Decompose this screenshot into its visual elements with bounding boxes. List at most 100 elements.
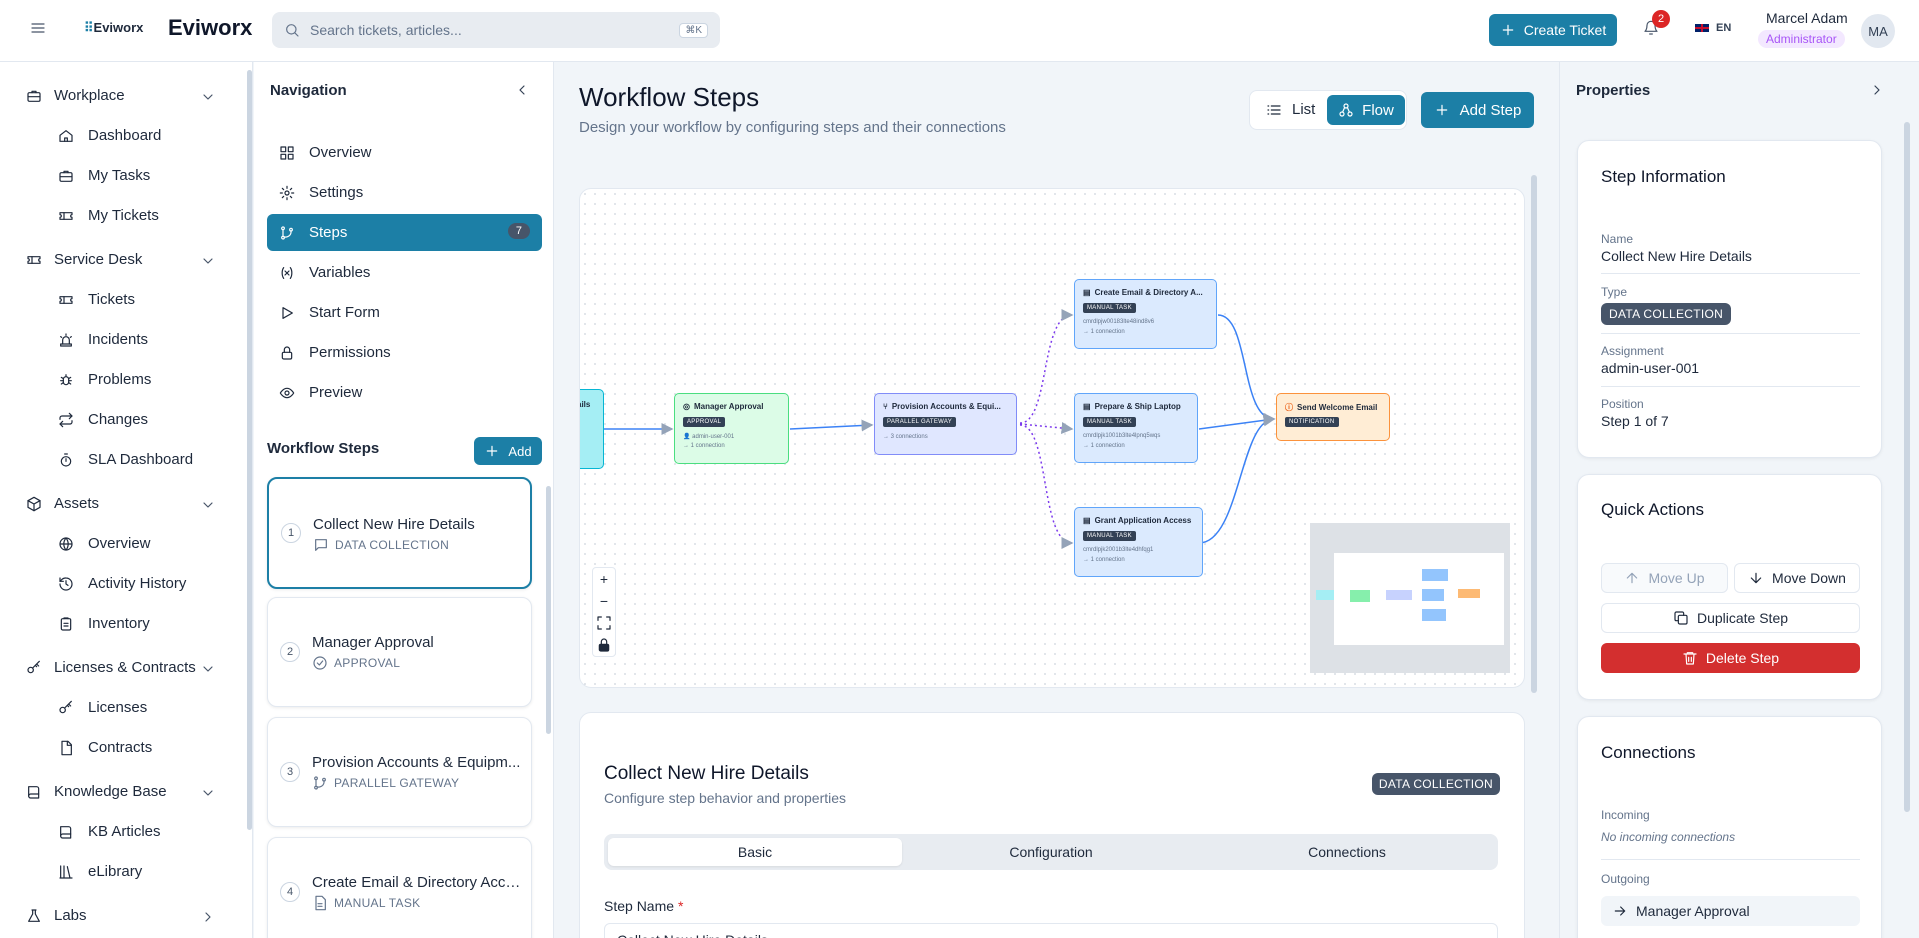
sidebar-item-elibrary[interactable]: eLibrary <box>58 863 142 880</box>
sidebar-item-problems[interactable]: Problems <box>58 371 151 388</box>
step-name-input[interactable]: Collect New Hire Details <box>604 923 1498 938</box>
flow-node-prepare-laptop[interactable]: ▤ Prepare & Ship Laptop MANUAL TASK cmrdl… <box>1074 393 1198 463</box>
move-down-button[interactable]: Move Down <box>1734 563 1860 593</box>
divider <box>1601 333 1860 334</box>
sidebar-section-knowledge-base[interactable]: Knowledge Base <box>26 783 167 800</box>
sidebar-item-tickets[interactable]: Tickets <box>58 291 135 308</box>
chevron-down-icon[interactable] <box>200 785 216 801</box>
item-label: Licenses <box>88 699 148 716</box>
nav-item-start-form[interactable]: Start Form <box>267 294 542 331</box>
avatar[interactable]: MA <box>1861 14 1895 48</box>
zoom-out-icon[interactable]: − <box>593 590 615 612</box>
flow-node-grant-access[interactable]: ▤ Grant Application Access MANUAL TASK cm… <box>1074 507 1203 577</box>
step-card-1[interactable]: 1 Collect New Hire Details DATA COLLECTI… <box>267 477 532 589</box>
lock-icon <box>281 345 293 360</box>
zoom-in-icon[interactable]: + <box>593 568 615 590</box>
divider <box>1601 859 1860 860</box>
properties-scrollbar[interactable] <box>1904 122 1910 812</box>
workflow-icon <box>1339 103 1353 117</box>
node-info: 👤 admin-user-001 <box>683 434 735 440</box>
file-icon <box>61 740 72 755</box>
flow-node-create-email[interactable]: ▤ Create Email & Directory A... MANUAL TA… <box>1074 279 1217 349</box>
delete-step-button[interactable]: Delete Step <box>1601 643 1860 673</box>
sidebar-section-licenses-contracts[interactable]: Licenses & Contracts <box>26 659 196 676</box>
item-label: Inventory <box>88 615 150 632</box>
nav-item-steps[interactable]: Steps 7 <box>267 214 542 251</box>
sidebar-item-licenses[interactable]: Licenses <box>58 699 147 716</box>
steps-list-scrollbar[interactable] <box>546 486 551 734</box>
briefcase-icon <box>27 90 41 102</box>
language-selector[interactable]: EN <box>1694 22 1731 34</box>
tab-basic[interactable]: Basic <box>608 838 902 866</box>
create-ticket-button[interactable]: Create Ticket <box>1489 14 1617 46</box>
flow-node-manager-approval[interactable]: ◎ Manager Approval APPROVAL 👤 admin-user-… <box>674 393 789 464</box>
flow-canvas[interactable]: ails ◎Manager Approval APPROVAL 👤 admin-… <box>579 188 1525 688</box>
collapse-left-icon[interactable] <box>514 82 530 98</box>
nav-item-permissions[interactable]: Permissions <box>267 334 542 371</box>
flow-view-button[interactable]: Flow <box>1327 95 1405 125</box>
sidebar-item-assets-overview[interactable]: Overview <box>58 535 151 552</box>
main-scrollbar[interactable] <box>1531 175 1537 693</box>
step-card-3[interactable]: 3 Provision Accounts & Equipm... PARALLE… <box>267 717 532 827</box>
nav-item-settings[interactable]: Settings <box>267 174 542 211</box>
collapse-right-icon[interactable] <box>1869 82 1885 98</box>
section-label: Labs <box>54 907 87 924</box>
edge <box>1019 424 1074 549</box>
step-type: MANUAL TASK <box>312 895 420 911</box>
nav-item-variables[interactable]: Variables <box>267 254 542 291</box>
tab-configuration[interactable]: Configuration <box>904 838 1198 866</box>
chevron-down-icon[interactable] <box>200 89 216 105</box>
sidebar-item-my-tickets[interactable]: My Tickets <box>58 207 159 224</box>
flow-node-collect[interactable]: ails <box>580 389 604 469</box>
nav-item-preview[interactable]: Preview <box>267 374 542 411</box>
sidebar-item-incidents[interactable]: Incidents <box>58 331 148 348</box>
lock-icon[interactable] <box>593 634 615 656</box>
nav-item-overview[interactable]: Overview <box>267 134 542 171</box>
list-view-button[interactable]: List <box>1266 101 1315 118</box>
git-branch-icon <box>314 776 326 790</box>
flow-minimap[interactable] <box>1310 523 1510 673</box>
sidebar-section-service-desk[interactable]: Service Desk <box>26 251 142 268</box>
chevron-down-icon[interactable] <box>200 497 216 513</box>
properties-title: Properties <box>1576 82 1651 99</box>
chevron-down-icon[interactable] <box>200 661 216 677</box>
fit-view-icon[interactable] <box>593 612 615 634</box>
sidebar-item-activity-history[interactable]: Activity History <box>58 575 186 592</box>
file-text-icon <box>315 895 326 911</box>
chevron-right-icon[interactable] <box>200 909 216 925</box>
flow-node-welcome-email[interactable]: ⓘ Send Welcome Email NOTIFICATION <box>1276 393 1390 441</box>
tab-connections[interactable]: Connections <box>1200 838 1494 866</box>
add-step-button[interactable]: Add Step <box>1421 92 1534 128</box>
step-card-2[interactable]: 2 Manager Approval APPROVAL <box>267 597 532 707</box>
sidebar-scrollbar[interactable] <box>247 70 252 830</box>
move-up-button[interactable]: Move Up <box>1601 563 1728 593</box>
sidebar-item-dashboard[interactable]: Dashboard <box>58 127 161 144</box>
user-name: Marcel Adam <box>1766 10 1848 26</box>
ticket-icon <box>59 211 73 220</box>
menu-icon[interactable] <box>30 20 46 36</box>
file-text-icon: ▤ <box>1083 402 1091 411</box>
outgoing-connection-item[interactable]: Manager Approval <box>1601 896 1860 926</box>
sidebar-section-workplace[interactable]: Workplace <box>26 87 125 104</box>
add-step-small-button[interactable]: Add <box>474 437 542 465</box>
flow-node-provision[interactable]: ⑂ Provision Accounts & Equi... PARALLEL G… <box>874 393 1017 455</box>
item-label: Incidents <box>88 331 149 348</box>
search-placeholder: Search tickets, articles... <box>310 22 462 38</box>
sidebar-item-inventory[interactable]: Inventory <box>58 615 150 632</box>
sidebar-section-assets[interactable]: Assets <box>26 495 99 512</box>
sidebar-section-labs[interactable]: Labs <box>26 907 87 924</box>
plus-icon <box>1502 24 1514 36</box>
sidebar-item-my-tasks[interactable]: My Tasks <box>58 167 150 184</box>
sidebar-item-changes[interactable]: Changes <box>58 411 148 428</box>
node-badge: APPROVAL <box>683 417 726 427</box>
home-icon <box>59 129 73 142</box>
node-badge: MANUAL TASK <box>1083 417 1136 427</box>
sidebar-item-kb-articles[interactable]: KB Articles <box>58 823 161 840</box>
search-input[interactable]: Search tickets, articles... ⌘K <box>272 12 720 48</box>
chevron-down-icon[interactable] <box>200 253 216 269</box>
sidebar-item-contracts[interactable]: Contracts <box>58 739 152 756</box>
ticket-icon <box>59 295 73 304</box>
duplicate-step-button[interactable]: Duplicate Step <box>1601 603 1860 633</box>
sidebar-item-sla-dashboard[interactable]: SLA Dashboard <box>58 451 193 468</box>
step-card-4[interactable]: 4 Create Email & Directory Acco... MANUA… <box>267 837 532 938</box>
